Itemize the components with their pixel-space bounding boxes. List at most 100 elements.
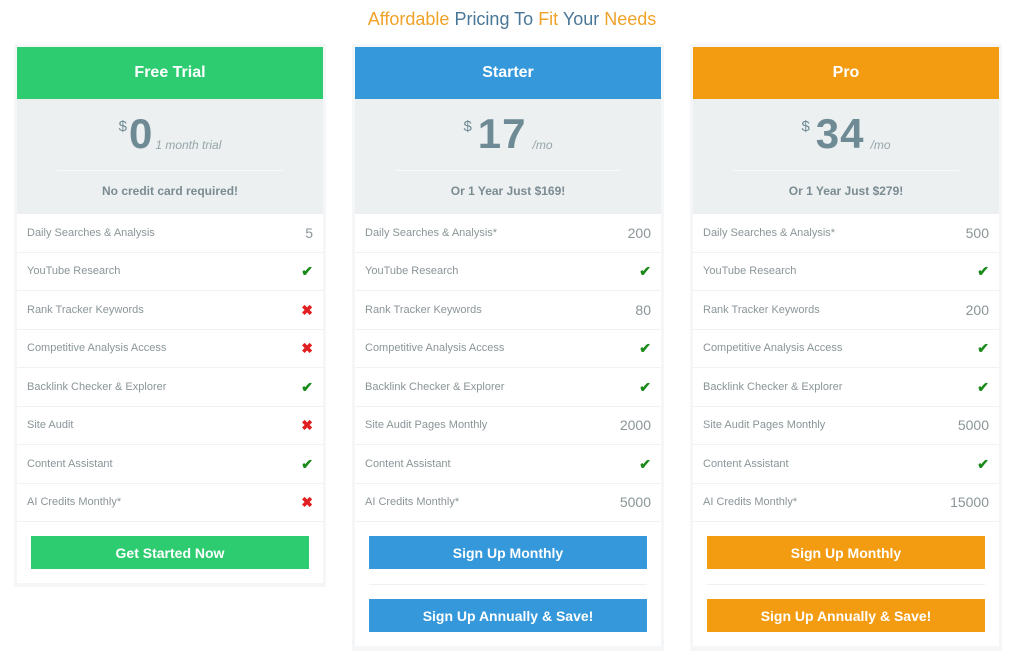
price-box: $ 0 1 month trial No credit card require… [17, 99, 323, 214]
feature-value: 80 [635, 301, 651, 318]
feature-list: Daily Searches & Analysis* 500 YouTube R… [693, 214, 999, 522]
feature-row: Site Audit Pages Monthly 2000 [355, 407, 661, 445]
feature-label: Competitive Analysis Access [365, 342, 505, 355]
feature-label: YouTube Research [365, 265, 459, 278]
plan-card-body: Pro $ 34 /mo Or 1 Year Just $279! Daily … [693, 47, 999, 646]
cross-icon: ✖ [301, 301, 313, 318]
feature-label: Backlink Checker & Explorer [365, 380, 505, 393]
price: $ 34 /mo [693, 112, 999, 156]
title-word: Pricing [454, 9, 510, 29]
feature-label: YouTube Research [703, 265, 797, 278]
feature-label: Content Assistant [365, 457, 451, 470]
check-icon: ✔ [639, 263, 651, 280]
plan-card-body: Starter $ 17 /mo Or 1 Year Just $169! Da… [355, 47, 661, 646]
check-icon: ✔ [301, 455, 313, 472]
feature-row: Daily Searches & Analysis* 200 [355, 214, 661, 253]
plan-actions: Sign Up Monthly Sign Up Annually & Save! [693, 522, 999, 646]
feature-row: YouTube Research ✔ [693, 253, 999, 291]
plan-card-free: Free Trial $ 0 1 month trial No credit c… [14, 44, 326, 587]
feature-label: Content Assistant [27, 457, 113, 470]
feature-row: Rank Tracker Keywords ✖ [17, 291, 323, 330]
plan-name: Pro [832, 64, 860, 81]
check-icon: ✔ [301, 263, 313, 280]
feature-row: Competitive Analysis Access ✔ [355, 330, 661, 368]
feature-row: Competitive Analysis Access ✖ [17, 330, 323, 368]
feature-label: Rank Tracker Keywords [27, 303, 144, 316]
plan-card-pro: Pro $ 34 /mo Or 1 Year Just $279! Daily … [690, 44, 1002, 651]
check-icon: ✔ [977, 455, 989, 472]
price-amount: 0 [128, 110, 154, 157]
plan-actions: Sign Up Monthly Sign Up Annually & Save! [355, 522, 661, 646]
check-icon: ✔ [977, 378, 989, 395]
check-icon: ✔ [639, 455, 651, 472]
sign-up-annually-save-button[interactable]: Sign Up Annually & Save! [369, 599, 647, 632]
price-note: Or 1 Year Just $279! [788, 184, 904, 198]
title-word: Affordable [367, 9, 450, 29]
sign-up-annually-save-button[interactable]: Sign Up Annually & Save! [707, 599, 985, 632]
title-word: To [514, 9, 534, 29]
feature-value: 15000 [950, 494, 989, 511]
title-word: Fit [538, 9, 559, 29]
check-icon: ✔ [977, 263, 989, 280]
price-period: 1 month trial [155, 138, 222, 152]
price: $ 0 1 month trial [17, 112, 323, 156]
get-started-now-button[interactable]: Get Started Now [31, 536, 309, 569]
feature-label: Site Audit Pages Monthly [365, 419, 488, 432]
plan-header: Pro [693, 47, 999, 99]
feature-value: 200 [627, 224, 651, 241]
feature-row: Backlink Checker & Explorer ✔ [17, 368, 323, 407]
feature-row: Content Assistant ✔ [17, 445, 323, 484]
feature-row: Backlink Checker & Explorer ✔ [355, 368, 661, 407]
feature-label: AI Credits Monthly* [27, 496, 122, 509]
feature-label: Content Assistant [703, 457, 789, 470]
feature-label: Daily Searches & Analysis* [365, 226, 498, 239]
feature-value: 5000 [957, 417, 989, 434]
feature-label: Daily Searches & Analysis* [703, 226, 836, 239]
sign-up-monthly-button[interactable]: Sign Up Monthly [707, 536, 985, 569]
feature-row: Content Assistant ✔ [355, 445, 661, 484]
feature-row: Competitive Analysis Access ✔ [693, 330, 999, 368]
plan-card-starter: Starter $ 17 /mo Or 1 Year Just $169! Da… [352, 44, 664, 651]
feature-label: Rank Tracker Keywords [365, 303, 482, 316]
title-word: Needs [604, 9, 657, 29]
check-icon: ✔ [301, 378, 313, 395]
title-word: Your [562, 9, 600, 29]
feature-row: Daily Searches & Analysis* 500 [693, 214, 999, 253]
price-amount: 17 [477, 110, 527, 157]
feature-row: AI Credits Monthly* 5000 [355, 484, 661, 522]
price-currency: $ [118, 118, 127, 135]
feature-row: Daily Searches & Analysis 5 [17, 214, 323, 253]
feature-list: Daily Searches & Analysis 5 YouTube Rese… [17, 214, 323, 522]
price-period: /mo [870, 138, 891, 152]
price-note: Or 1 Year Just $169! [450, 184, 566, 198]
feature-label: Backlink Checker & Explorer [27, 380, 167, 393]
price-currency: $ [463, 118, 472, 135]
feature-list: Daily Searches & Analysis* 200 YouTube R… [355, 214, 661, 522]
feature-label: Competitive Analysis Access [27, 342, 167, 355]
price-note: No credit card required! [101, 184, 239, 198]
plan-name: Free Trial [134, 64, 206, 81]
feature-value: 500 [965, 224, 989, 241]
cross-icon: ✖ [301, 340, 313, 357]
feature-label: Site Audit Pages Monthly [703, 419, 826, 432]
check-icon: ✔ [639, 378, 651, 395]
feature-row: YouTube Research ✔ [355, 253, 661, 291]
sign-up-monthly-button[interactable]: Sign Up Monthly [369, 536, 647, 569]
price-divider [57, 170, 283, 171]
plan-card-body: Free Trial $ 0 1 month trial No credit c… [17, 47, 323, 583]
feature-row: Site Audit ✖ [17, 407, 323, 445]
feature-label: AI Credits Monthly* [703, 496, 798, 509]
button-divider [707, 584, 985, 585]
feature-label: AI Credits Monthly* [365, 496, 460, 509]
plan-name: Starter [482, 64, 534, 81]
page-title: Affordable Pricing To Fit Your Needs [0, 9, 1024, 30]
feature-row: Rank Tracker Keywords 200 [693, 291, 999, 330]
price-period: /mo [532, 138, 553, 152]
feature-value: 5000 [619, 494, 651, 511]
feature-row: Site Audit Pages Monthly 5000 [693, 407, 999, 445]
price-amount: 34 [815, 110, 865, 157]
button-divider [369, 584, 647, 585]
cross-icon: ✖ [301, 417, 313, 434]
feature-value: 5 [305, 224, 313, 241]
feature-row: Rank Tracker Keywords 80 [355, 291, 661, 330]
